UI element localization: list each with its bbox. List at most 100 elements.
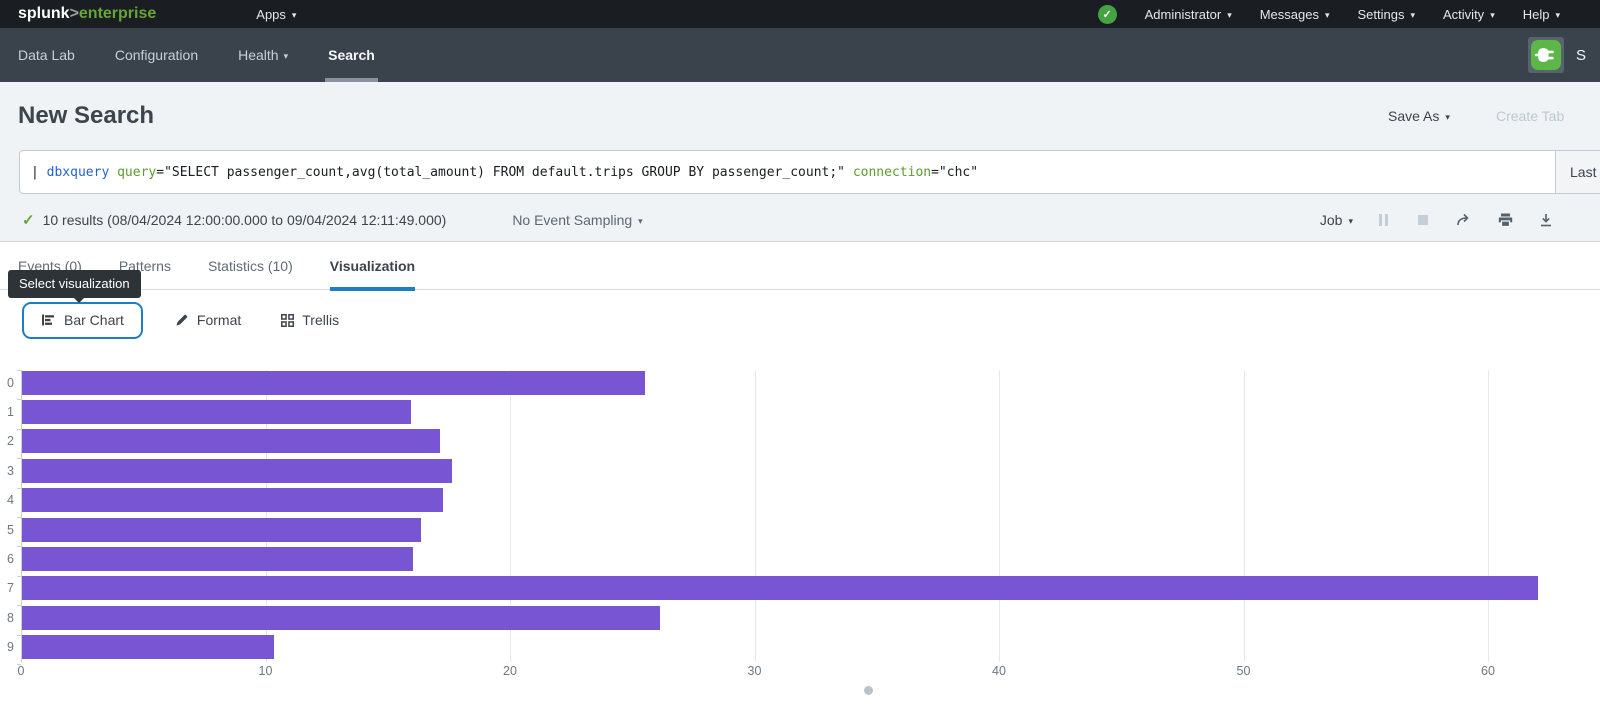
page-title: New Search <box>18 102 154 130</box>
print-icon[interactable] <box>1498 213 1513 227</box>
search-input[interactable]: | dbxquery query="SELECT passenger_count… <box>20 151 1555 193</box>
y-category-label: 0 <box>0 376 14 390</box>
job-menu[interactable]: Job ▾ <box>1320 212 1353 228</box>
plug-icon <box>1531 40 1561 70</box>
y-category-label: 3 <box>0 464 14 478</box>
y-category-label: 2 <box>0 434 14 448</box>
nav-item-search[interactable]: Search <box>328 28 375 82</box>
check-glyph: ✓ <box>1103 8 1112 21</box>
activity-menu[interactable]: Activity ▾ <box>1443 7 1495 22</box>
query-param-value: ="chc" <box>931 165 978 180</box>
query-param-value: ="SELECT passenger_count,avg(total_amoun… <box>156 165 853 180</box>
logo-gt: > <box>70 5 79 22</box>
time-range-picker[interactable]: Last <box>1555 151 1600 193</box>
bar-passenger-7[interactable] <box>22 576 1538 600</box>
spl-query: | dbxquery query="SELECT passenger_count… <box>31 165 978 180</box>
nav-item-health[interactable]: Health ▾ <box>238 28 288 82</box>
chevron-down-icon: ▾ <box>1555 10 1560 21</box>
tab-statistics[interactable]: Statistics (10) <box>208 242 293 290</box>
tab-label: Statistics (10) <box>208 258 293 274</box>
bar-passenger-6[interactable] <box>22 547 413 571</box>
logo-product: enterprise <box>79 5 156 22</box>
status-check-icon[interactable]: ✓ <box>1098 5 1117 24</box>
topbar-right-menus: ✓ Administrator ▾ Messages ▾ Settings ▾ … <box>1098 0 1560 28</box>
apps-menu[interactable]: Apps ▾ <box>256 7 296 22</box>
nav-item-configuration[interactable]: Configuration <box>115 28 198 82</box>
trellis-button[interactable]: Trellis <box>281 312 339 328</box>
menu-label: Help <box>1523 7 1550 22</box>
bar-chart: 0102030405060 0 1 2 3 4 5 6 <box>0 368 1600 708</box>
job-label: Job <box>1320 212 1343 228</box>
settings-menu[interactable]: Settings ▾ <box>1358 7 1416 22</box>
chart-row: 5 <box>0 515 1600 544</box>
splunk-logo[interactable]: splunk>enterprise <box>18 5 156 23</box>
messages-menu[interactable]: Messages ▾ <box>1260 7 1330 22</box>
bar-passenger-5[interactable] <box>22 518 421 542</box>
bar-passenger-1[interactable] <box>22 400 411 424</box>
y-category-label: 5 <box>0 523 14 537</box>
db-connect-app-tile[interactable] <box>1528 37 1564 73</box>
viz-controls-row: Bar Chart Format Trellis <box>0 296 1600 344</box>
nav-label: Health <box>238 47 278 63</box>
chevron-down-icon: ▾ <box>292 10 297 21</box>
chart-row: 9 <box>0 633 1600 662</box>
chart-row: 0 <box>0 368 1600 397</box>
chevron-down-icon: ▾ <box>1445 112 1450 123</box>
x-tick-label: 40 <box>984 664 1014 678</box>
results-summary: 10 results (08/04/2024 12:00:00.000 to 0… <box>43 212 447 228</box>
bar-passenger-8[interactable] <box>22 606 660 630</box>
query-param-key: query <box>117 165 156 180</box>
chevron-down-icon: ▾ <box>1325 10 1330 21</box>
x-tick-label: 0 <box>6 664 36 678</box>
save-as-button[interactable]: Save As ▾ <box>1388 108 1450 124</box>
administrator-menu[interactable]: Administrator ▾ <box>1145 7 1232 22</box>
bar-passenger-4[interactable] <box>22 488 443 512</box>
app-title-clipped: S <box>1576 47 1586 64</box>
save-as-label: Save As <box>1388 108 1439 124</box>
x-tick-label: 30 <box>740 664 770 678</box>
stop-job-icon[interactable] <box>1418 215 1428 225</box>
menu-label: Messages <box>1260 7 1319 22</box>
search-bar: | dbxquery query="SELECT passenger_count… <box>19 150 1600 194</box>
bar-chart-icon <box>41 313 55 327</box>
format-button[interactable]: Format <box>175 312 241 328</box>
splunk-search-page: splunk>enterprise Apps ▾ ✓ Administrator… <box>0 0 1600 708</box>
chevron-down-icon: ▾ <box>1410 10 1415 21</box>
share-icon[interactable] <box>1456 213 1472 227</box>
sampling-label: No Event Sampling <box>512 212 632 228</box>
menu-label: Activity <box>1443 7 1484 22</box>
chevron-down-icon: ▾ <box>638 216 643 227</box>
bar-passenger-2[interactable] <box>22 429 440 453</box>
logo-brand: splunk <box>18 5 70 22</box>
query-command: dbxquery <box>47 165 117 180</box>
y-category-label: 6 <box>0 552 14 566</box>
results-tabs: Events (0) Patterns Statistics (10) Visu… <box>0 242 1600 290</box>
pause-job-icon[interactable] <box>1379 214 1388 226</box>
create-table-view-button[interactable]: Create Tab <box>1496 108 1564 124</box>
help-menu[interactable]: Help ▾ <box>1523 7 1560 22</box>
query-param-key: connection <box>853 165 931 180</box>
search-header-zone: New Search Save As ▾ Create Tab | dbxque… <box>0 82 1600 242</box>
event-sampling-menu[interactable]: No Event Sampling ▾ <box>512 212 642 228</box>
y-category-label: 7 <box>0 581 14 595</box>
x-tick-label: 10 <box>251 664 281 678</box>
chart-row: 8 <box>0 603 1600 632</box>
tab-visualization[interactable]: Visualization <box>330 242 415 290</box>
bar-passenger-0[interactable] <box>22 371 645 395</box>
y-tick-mark <box>17 664 21 665</box>
y-category-label: 4 <box>0 493 14 507</box>
nav-item-data-lab[interactable]: Data Lab <box>18 28 75 82</box>
chart-row: 4 <box>0 486 1600 515</box>
y-category-label: 9 <box>0 640 14 654</box>
bar-passenger-3[interactable] <box>22 459 452 483</box>
time-range-label: Last <box>1570 164 1596 180</box>
bar-passenger-9[interactable] <box>22 635 274 659</box>
x-tick-label: 60 <box>1473 664 1503 678</box>
format-label: Format <box>197 312 241 328</box>
job-actions: Job ▾ <box>1320 198 1553 242</box>
success-check-icon: ✓ <box>22 211 35 229</box>
y-category-label: 8 <box>0 611 14 625</box>
export-icon[interactable] <box>1539 213 1553 227</box>
chart-row: 2 <box>0 427 1600 456</box>
tab-label: Visualization <box>330 258 415 274</box>
